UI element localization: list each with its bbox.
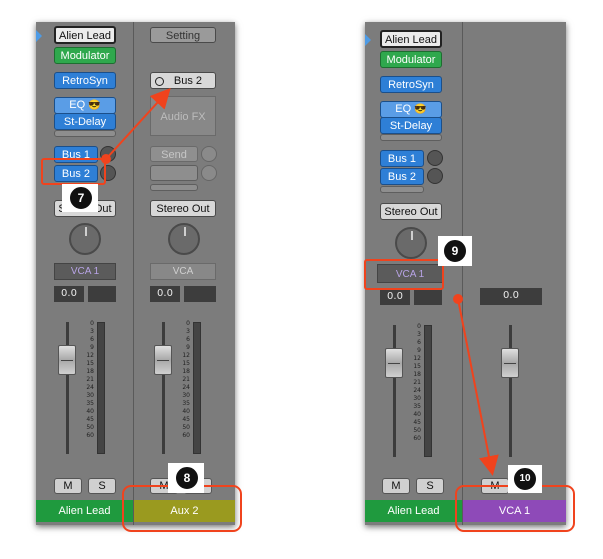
highlight-bus-2-send [41, 158, 106, 185]
callout-10: 10 [512, 466, 538, 492]
arrow-bus2-to-aux [105, 88, 171, 160]
highlight-vca-1-assignment [364, 259, 444, 290]
callout-7: 7 [68, 185, 94, 211]
callout-8: 8 [174, 465, 200, 491]
arrow-vca-to-vca1 [457, 298, 499, 476]
callout-9: 9 [442, 238, 468, 264]
arrow-origin-dot [453, 294, 463, 304]
